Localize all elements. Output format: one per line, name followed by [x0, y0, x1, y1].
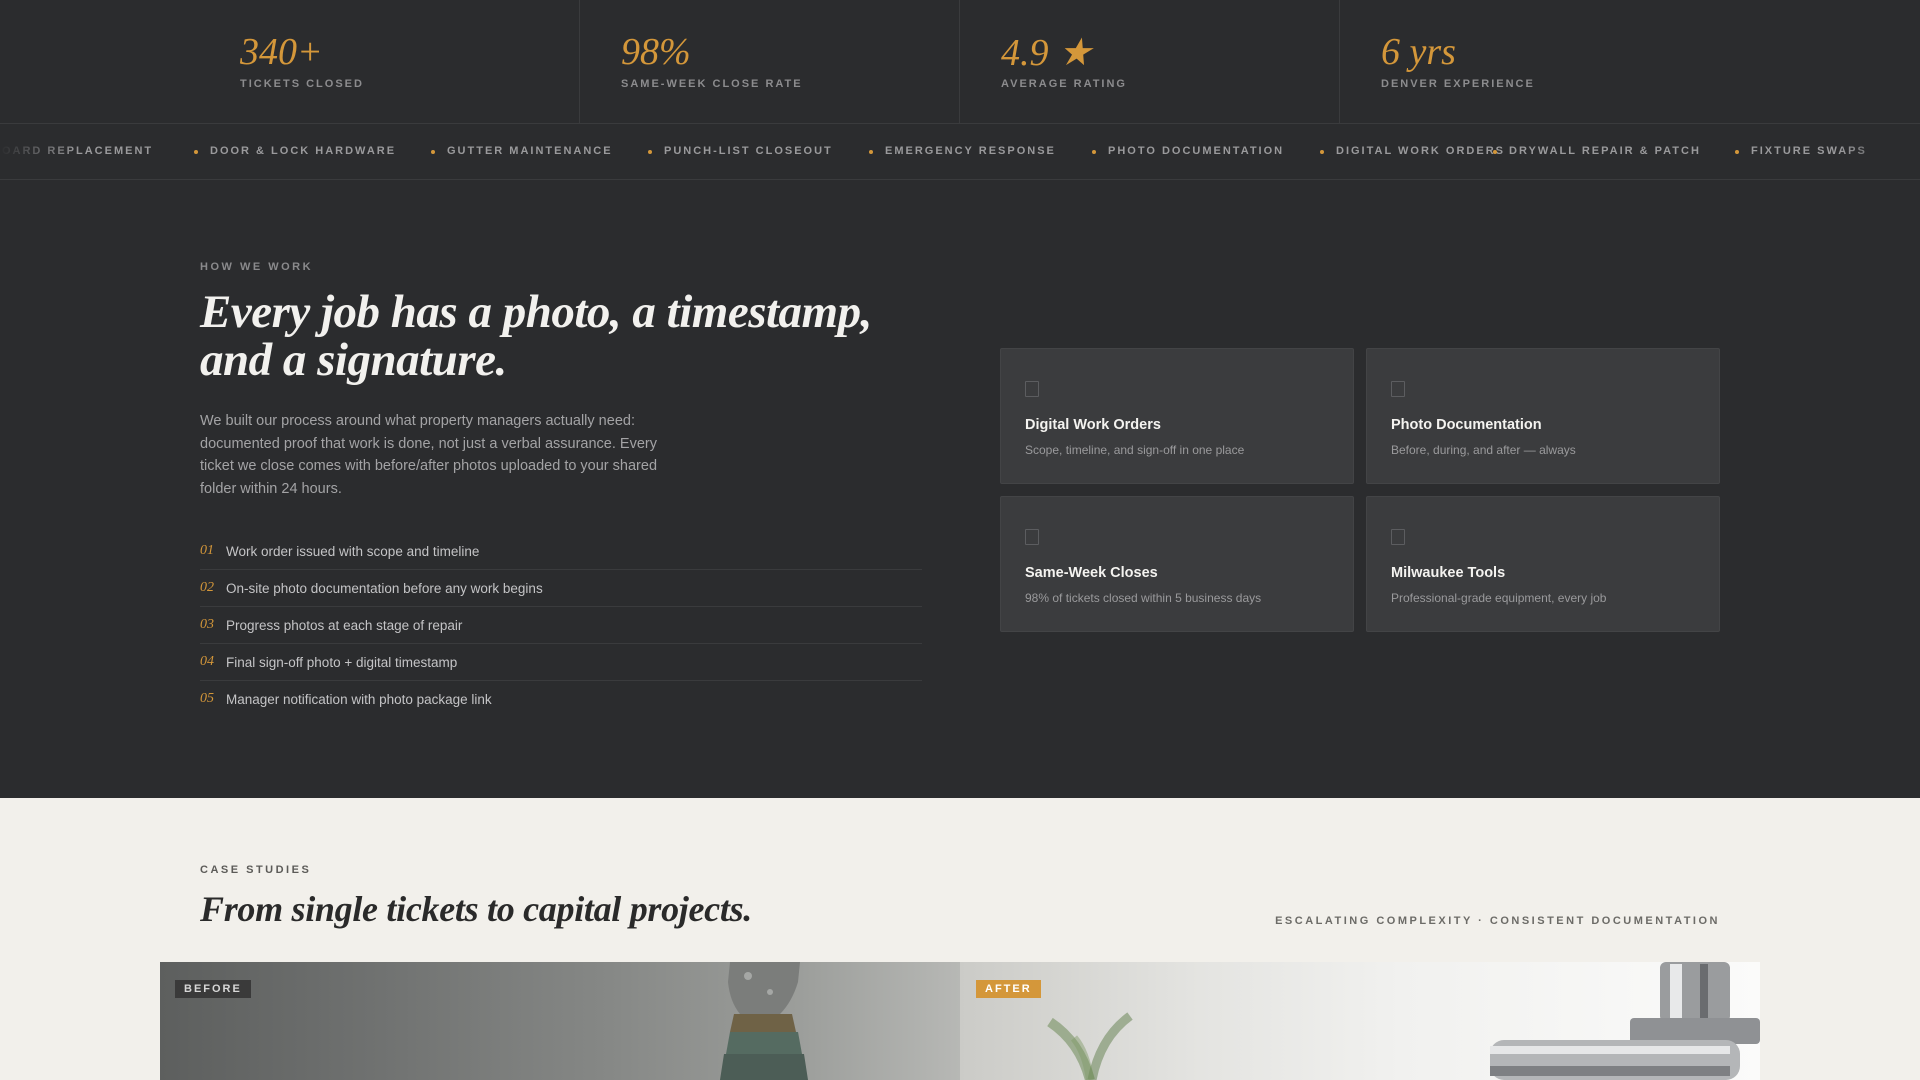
how-we-work-body: We built our process around what propert…: [200, 413, 658, 497]
process-step: 03 Progress photos at each stage of repa…: [200, 607, 922, 644]
card-title: Photo Documentation: [1391, 417, 1542, 433]
ticker-fade-left: [0, 124, 80, 179]
stat-label: SAME-WEEK CLOSE RATE: [621, 78, 803, 90]
stat-value: 98%: [621, 31, 691, 73]
ticker-item: DOOR & LOCK HARDWARE: [210, 145, 397, 157]
ticker-item: GUTTER MAINTENANCE: [447, 145, 613, 157]
ticker-item: DRYWALL REPAIR & PATCH: [1509, 145, 1701, 157]
services-ticker: BOARD REPLACEMENT DOOR & LOCK HARDWARE G…: [0, 124, 1920, 180]
feature-card-same-week-closes: Same-Week Closes 98% of tickets closed w…: [1000, 496, 1354, 632]
step-text: Manager notification with photo package …: [226, 692, 492, 707]
step-number: 01: [200, 543, 214, 558]
stat-experience: 6 yrs DENVER EXPERIENCE: [1340, 0, 1920, 124]
feature-card-digital-work-orders: Digital Work Orders Scope, timeline, and…: [1000, 348, 1354, 484]
document-icon: [1025, 381, 1039, 397]
step-number: 03: [200, 617, 214, 632]
step-text: Work order issued with scope and timelin…: [226, 544, 480, 559]
process-step: 05 Manager notification with photo packa…: [200, 681, 922, 718]
stat-label: AVERAGE RATING: [1001, 78, 1127, 90]
ticker-dot: [431, 150, 435, 154]
ticker-dot: [1493, 150, 1497, 154]
ticker-dot: [194, 150, 198, 154]
after-photo: AFTER: [960, 962, 1760, 1080]
stat-close-rate: 98% SAME-WEEK CLOSE RATE: [580, 0, 960, 124]
case-studies-tagline: ESCALATING COMPLEXITY · CONSISTENT DOCUM…: [1275, 915, 1720, 927]
ticker-dot: [1735, 150, 1739, 154]
ticker-item: DIGITAL WORK ORDERS: [1336, 145, 1505, 157]
ticker-dot: [1092, 150, 1096, 154]
how-we-work-title: Every job has a photo, a timestamp, and …: [200, 286, 872, 386]
stat-value: 4.9 ★: [1001, 32, 1093, 74]
step-text: On-site photo documentation before any w…: [226, 581, 543, 596]
step-text: Final sign-off photo + digital timestamp: [226, 655, 458, 670]
process-steps: 01 Work order issued with scope and time…: [200, 533, 922, 718]
stat-value: 6 yrs: [1381, 31, 1456, 73]
feature-card-photo-documentation: Photo Documentation Before, during, and …: [1366, 348, 1720, 484]
stat-label: DENVER EXPERIENCE: [1381, 78, 1535, 90]
card-title: Same-Week Closes: [1025, 565, 1158, 581]
step-number: 04: [200, 654, 214, 669]
ticker-item: PUNCH-LIST CLOSEOUT: [664, 145, 833, 157]
before-badge: BEFORE: [175, 980, 251, 998]
new-faucet-image: [1490, 962, 1760, 1080]
calendar-icon: [1025, 529, 1039, 545]
card-description: Scope, timeline, and sign-off in one pla…: [1025, 443, 1245, 457]
process-step: 02 On-site photo documentation before an…: [200, 570, 922, 607]
after-badge: AFTER: [976, 980, 1041, 998]
card-description: 98% of tickets closed within 5 business …: [1025, 591, 1262, 605]
tool-icon: [1391, 529, 1405, 545]
ticker-fade-right: [1840, 124, 1920, 179]
stat-tickets-closed: 340+ TICKETS CLOSED: [0, 0, 580, 124]
camera-icon: [1391, 381, 1405, 397]
card-title: Milwaukee Tools: [1391, 565, 1506, 581]
ticker-dot: [869, 150, 873, 154]
stats-bar: 340+ TICKETS CLOSED 98% SAME-WEEK CLOSE …: [0, 0, 1920, 124]
feature-card-milwaukee-tools: Milwaukee Tools Professional-grade equip…: [1366, 496, 1720, 632]
process-step: 01 Work order issued with scope and time…: [200, 533, 922, 570]
ticker-item: PHOTO DOCUMENTATION: [1108, 145, 1285, 157]
step-text: Progress photos at each stage of repair: [226, 618, 463, 633]
card-description: Professional-grade equipment, every job: [1391, 591, 1607, 605]
case-studies-eyebrow: CASE STUDIES: [200, 864, 312, 876]
case-studies-section: CASE STUDIES From single tickets to capi…: [0, 798, 1920, 1080]
before-photo: BEFORE: [160, 962, 960, 1080]
process-step: 04 Final sign-off photo + digital timest…: [200, 644, 922, 681]
card-title: Digital Work Orders: [1025, 417, 1161, 433]
how-we-work-eyebrow: HOW WE WORK: [200, 261, 314, 273]
ticker-item: EMERGENCY RESPONSE: [885, 145, 1056, 157]
step-number: 02: [200, 580, 214, 595]
stat-value: 340+: [240, 31, 323, 73]
case-studies-title: From single tickets to capital projects.: [200, 889, 752, 929]
stat-average-rating: 4.9 ★ AVERAGE RATING: [960, 0, 1340, 124]
step-number: 05: [200, 691, 214, 706]
old-faucet-image: [720, 962, 808, 1080]
card-description: Before, during, and after — always: [1391, 443, 1576, 457]
stat-label: TICKETS CLOSED: [240, 78, 364, 90]
plant-image: [1047, 1012, 1133, 1080]
ticker-dot: [648, 150, 652, 154]
ticker-dot: [1320, 150, 1324, 154]
